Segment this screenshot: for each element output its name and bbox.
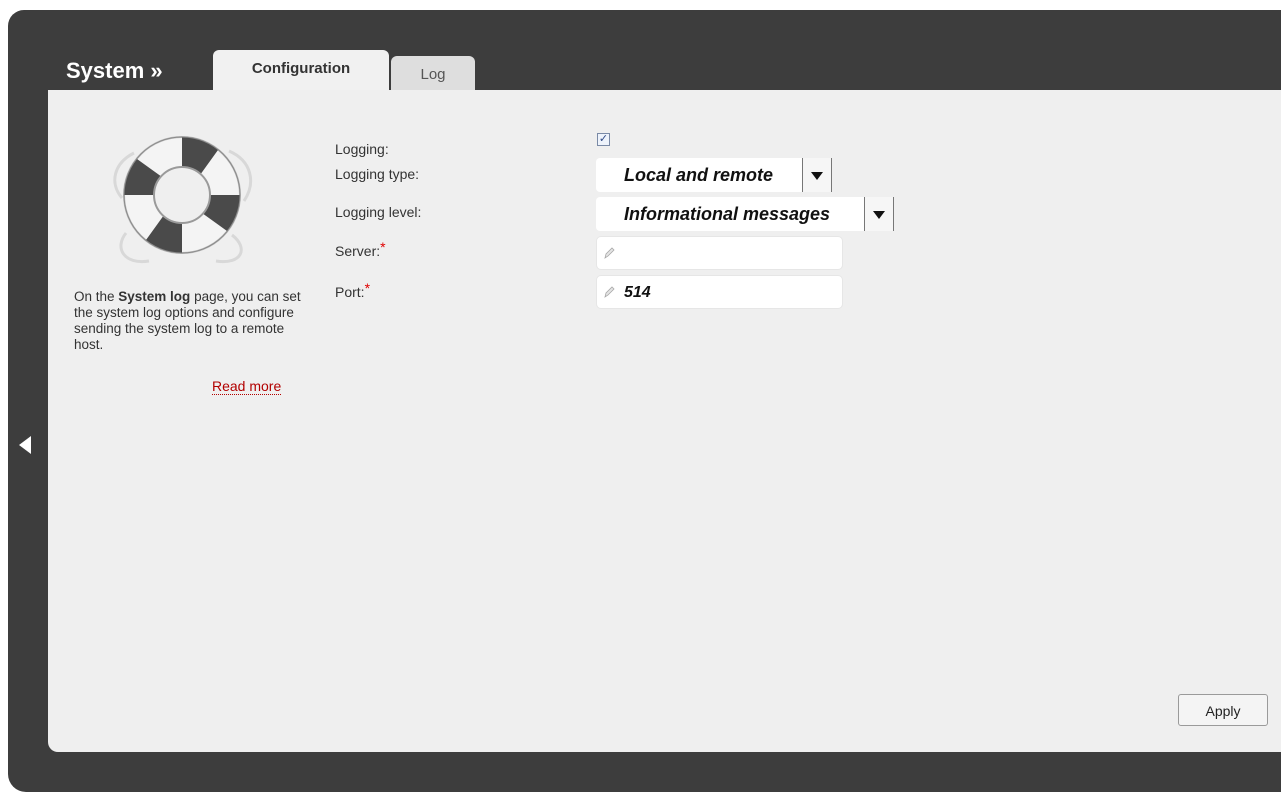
pencil-icon (603, 285, 615, 304)
logging-level-label: Logging level: (335, 204, 422, 220)
help-text-bold: System log (118, 289, 191, 304)
lifebuoy-icon (104, 123, 260, 278)
port-label-text: Port: (335, 284, 365, 300)
tab-log-label: Log (420, 66, 446, 83)
logging-type-value: Local and remote (624, 165, 774, 185)
logging-checkbox[interactable]: ✓ (597, 133, 610, 146)
logging-type-select[interactable]: Local and remote (596, 158, 832, 192)
port-label: Port:* (335, 280, 370, 300)
tab-log[interactable]: Log (391, 56, 475, 90)
server-label: Server:* (335, 239, 386, 259)
logging-level-value: Informational messages (624, 204, 831, 224)
server-input[interactable] (596, 236, 843, 270)
logging-label: Logging: (335, 141, 389, 157)
help-description: On the System log page, you can set the … (74, 289, 302, 353)
chevron-down-icon[interactable] (802, 158, 832, 192)
server-label-text: Server: (335, 243, 381, 259)
collapse-menu-icon[interactable] (19, 436, 31, 454)
port-input[interactable]: 514 (596, 275, 843, 309)
required-mark: * (380, 239, 386, 255)
tab-configuration-label: Configuration (251, 60, 351, 77)
logging-level-select[interactable]: Informational messages (596, 197, 894, 231)
tab-configuration[interactable]: Configuration (213, 50, 389, 92)
help-text-prefix: On the (74, 289, 119, 304)
pencil-icon (603, 246, 615, 265)
apply-button[interactable]: Apply (1178, 694, 1268, 726)
logging-type-label: Logging type: (335, 166, 420, 182)
chevron-down-icon[interactable] (864, 197, 894, 231)
page-title: System » (66, 58, 163, 83)
port-value: 514 (624, 284, 651, 301)
required-mark: * (364, 280, 371, 296)
read-more-link[interactable]: Read more (212, 378, 282, 395)
